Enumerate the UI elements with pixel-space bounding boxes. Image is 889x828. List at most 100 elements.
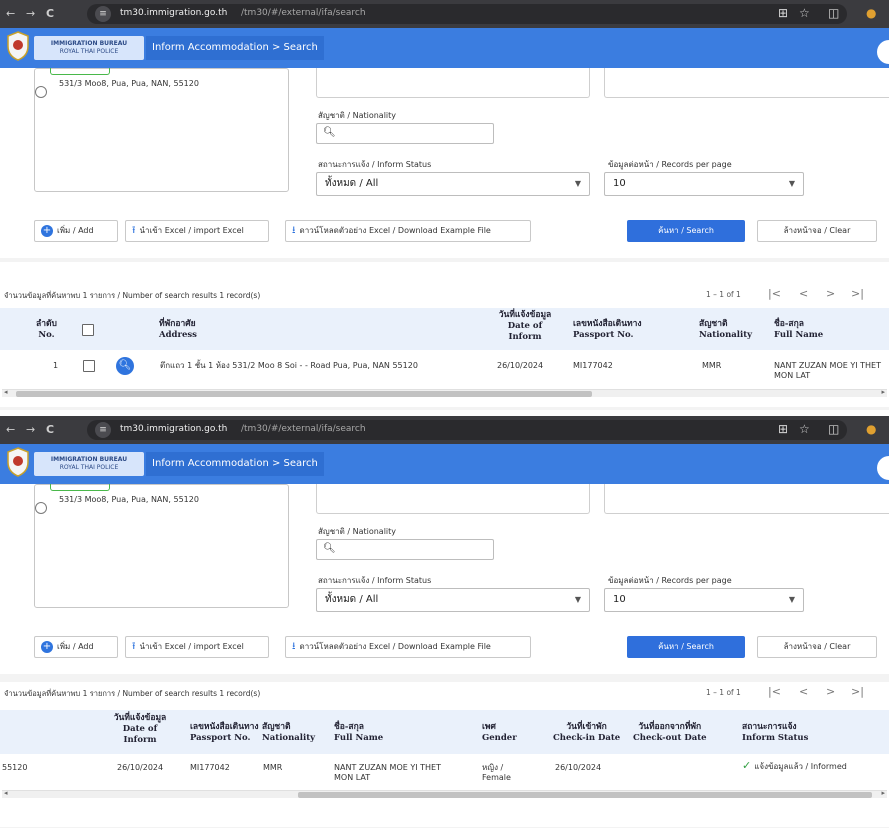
per-page-select[interactable]: 10 ▼: [604, 172, 804, 196]
address-radio[interactable]: [35, 502, 47, 514]
app-header: IMMIGRATION BUREAU ROYAL THAI POLICE Inf…: [0, 444, 889, 484]
nationality-label: สัญชาติ / Nationality: [318, 527, 397, 536]
forward-icon[interactable]: →: [26, 423, 35, 436]
site-info-icon[interactable]: ≡: [95, 422, 111, 438]
first-page-button[interactable]: |<: [768, 685, 781, 698]
shield-logo-icon: [7, 31, 29, 61]
results-card: [0, 682, 889, 827]
chevron-down-icon: ▼: [574, 595, 581, 604]
star-icon[interactable]: ☆: [799, 6, 810, 20]
field-box[interactable]: [316, 484, 590, 514]
clear-button[interactable]: ล้างหน้าจอ / Clear: [757, 220, 877, 242]
shield-logo-icon: [7, 447, 29, 477]
status-label: สถานะการแจ้ง / Inform Status: [318, 576, 432, 585]
forward-icon[interactable]: →: [26, 7, 35, 20]
cell-passport: MI177042: [190, 763, 230, 772]
pager-range: 1 – 1 of 1: [706, 688, 741, 697]
breadcrumb: Inform Accommodation > Search: [146, 36, 324, 60]
profile-icon[interactable]: ●: [866, 6, 876, 20]
first-page-button[interactable]: |<: [768, 287, 781, 300]
bureau-logo-text: IMMIGRATION BUREAU ROYAL THAI POLICE: [34, 36, 144, 60]
horizontal-scrollbar[interactable]: ◂ ▸: [2, 789, 887, 798]
search-button[interactable]: ค้นหา / Search: [627, 636, 745, 658]
field-box[interactable]: [316, 68, 590, 98]
browser-bar: ← → C ≡ tm30.immigration.go.th /tm30/#/e…: [0, 0, 889, 28]
header-passport: เลขหนังสือเดินทาง Passport No.: [573, 319, 642, 340]
header-inform-status: สถานะการแจ้ง Inform Status: [742, 722, 809, 743]
header-gender: เพศ Gender: [482, 722, 517, 743]
nationality-input[interactable]: 🔍︎: [316, 123, 494, 144]
add-button[interactable]: + เพิ่ม / Add: [34, 220, 118, 242]
url-path: /tm30/#/external/ifa/search: [241, 8, 366, 18]
extensions-icon[interactable]: ◫: [828, 422, 839, 436]
per-page-select[interactable]: 10 ▼: [604, 588, 804, 612]
header-address: ที่พักอาศัย Address: [159, 319, 197, 340]
address-option-text: 531/3 Moo8, Pua, Pua, NAN, 55120: [59, 495, 199, 504]
url-host: tm30.immigration.go.th: [120, 424, 228, 434]
prev-page-button[interactable]: <: [799, 685, 808, 698]
search-button[interactable]: ค้นหา / Search: [627, 220, 745, 242]
reload-icon[interactable]: C: [46, 7, 54, 20]
cell-checkin: 26/10/2024: [555, 763, 602, 772]
clear-button[interactable]: ล้างหน้าจอ / Clear: [757, 636, 877, 658]
upload-icon: ⭱: [132, 641, 136, 652]
add-button[interactable]: + เพิ่ม / Add: [34, 636, 118, 658]
search-icon: 🔍︎: [323, 127, 336, 138]
download-example-button[interactable]: ⭳ ดาวน์โหลดตัวอย่าง Excel / Download Exam…: [285, 220, 531, 242]
nationality-input[interactable]: 🔍︎: [316, 539, 494, 560]
download-icon: ⭳: [292, 641, 296, 652]
address-option-text: 531/3 Moo8, Pua, Pua, NAN, 55120: [59, 79, 199, 88]
table-header: วันที่แจ้งข้อมูล Date of Inform เลขหนังสือ…: [0, 710, 889, 754]
import-excel-button[interactable]: ⭱ นำเข้า Excel / import Excel: [125, 636, 269, 658]
status-select[interactable]: ทั้งหมด / All ▼: [316, 588, 590, 612]
cell-nationality: MMR: [702, 361, 722, 370]
screenshot-bottom: ← → C ≡ tm30.immigration.go.th /tm30/#/e…: [0, 416, 889, 828]
back-icon[interactable]: ←: [6, 423, 15, 436]
cell-inform-status: ✓ แจ้งข้อมูลแล้ว / Informed: [742, 759, 847, 772]
select-all-checkbox[interactable]: [82, 324, 94, 336]
screenshot-top: ← → C ≡ tm30.immigration.go.th /tm30/#/e…: [0, 0, 889, 410]
back-icon[interactable]: ←: [6, 7, 15, 20]
last-page-button[interactable]: >|: [851, 685, 864, 698]
last-page-button[interactable]: >|: [851, 287, 864, 300]
star-icon[interactable]: ☆: [799, 422, 810, 436]
header-checkout: วันที่ออกจากที่พัก Check-out Date: [633, 722, 707, 743]
cell-gender: หญิง / Female: [482, 763, 511, 782]
prev-page-button[interactable]: <: [799, 287, 808, 300]
download-example-button[interactable]: ⭳ ดาวน์โหลดตัวอย่าง Excel / Download Exam…: [285, 636, 531, 658]
check-icon: ✓: [742, 759, 752, 772]
plus-icon: +: [41, 640, 53, 653]
header-date: วันที่แจ้งข้อมูล Date of Inform: [113, 713, 167, 745]
table-header: ลำดับ No. ที่พักอาศัย Address วันที่แจ้งข้…: [0, 308, 889, 350]
reload-icon[interactable]: C: [46, 423, 54, 436]
site-info-icon[interactable]: ≡: [95, 6, 111, 22]
per-page-label: ข้อมูลต่อหน้า / Records per page: [608, 160, 732, 169]
address-radio[interactable]: [35, 86, 47, 98]
extensions-icon[interactable]: ◫: [828, 6, 839, 20]
horizontal-scrollbar[interactable]: ◂ ▸: [2, 388, 887, 397]
browser-bar: ← → C ≡ tm30.immigration.go.th /tm30/#/e…: [0, 416, 889, 444]
cell-postcode: 55120: [2, 763, 28, 772]
next-page-button[interactable]: >: [826, 685, 835, 698]
cell-passport: MI177042: [573, 361, 613, 370]
next-page-button[interactable]: >: [826, 287, 835, 300]
per-page-label: ข้อมูลต่อหน้า / Records per page: [608, 576, 732, 585]
field-box[interactable]: [604, 68, 889, 98]
plus-icon: +: [41, 224, 53, 237]
cell-nationality: MMR: [263, 763, 283, 772]
header-nationality: สัญชาติ Nationality: [699, 319, 753, 340]
header-no: ลำดับ No.: [36, 319, 57, 340]
cell-date: 26/10/2024: [117, 763, 164, 772]
import-excel-button[interactable]: ⭱ นำเข้า Excel / import Excel: [125, 220, 269, 242]
profile-icon[interactable]: ●: [866, 422, 876, 436]
translate-icon[interactable]: ⊞: [778, 6, 788, 20]
row-checkbox[interactable]: [83, 360, 95, 372]
field-box[interactable]: [604, 484, 889, 514]
cell-address: ตึกแถว 1 ชั้น 1 ห้อง 531/2 Moo 8 Soi - -…: [160, 361, 418, 370]
bureau-logo-text: IMMIGRATION BUREAU ROYAL THAI POLICE: [34, 452, 144, 476]
selected-address-chip: [50, 68, 110, 75]
app-header: IMMIGRATION BUREAU ROYAL THAI POLICE Inf…: [0, 28, 889, 68]
status-select[interactable]: ทั้งหมด / All ▼: [316, 172, 590, 196]
view-detail-icon[interactable]: 🔍︎: [116, 357, 134, 375]
translate-icon[interactable]: ⊞: [778, 422, 788, 436]
